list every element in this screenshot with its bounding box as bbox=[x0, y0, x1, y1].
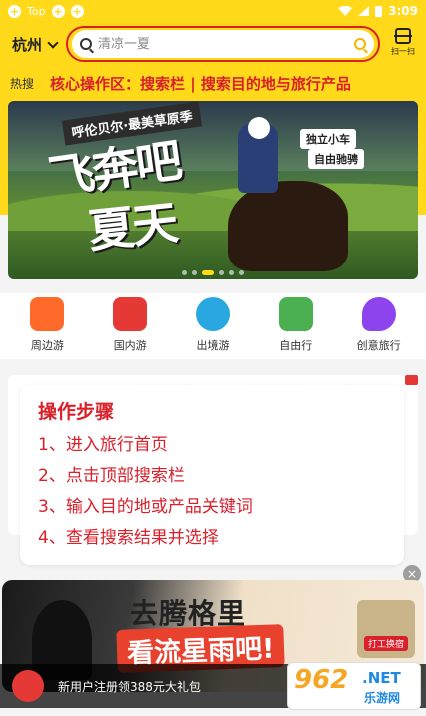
status-left-label: Top bbox=[27, 4, 46, 18]
category-item-domestic[interactable]: 国内游 bbox=[94, 293, 166, 359]
category-label: 周边游 bbox=[30, 339, 64, 352]
category-row: 周边游 国内游 出境游 自由行 创意旅行 bbox=[0, 293, 426, 359]
top-header: 杭州 扫一扫 bbox=[0, 26, 426, 62]
banner-headline-2: 夏天 bbox=[85, 195, 179, 259]
notification-icon: + bbox=[8, 4, 21, 18]
carousel-dot[interactable] bbox=[229, 270, 234, 275]
search-bar[interactable] bbox=[72, 30, 374, 58]
notification-icon: + bbox=[70, 4, 84, 18]
gift-icon bbox=[12, 670, 44, 702]
signal-icon bbox=[358, 6, 370, 16]
category-item-independent[interactable]: 自由行 bbox=[260, 293, 332, 359]
search-submit-icon[interactable] bbox=[354, 38, 366, 50]
banner-tag-2: 自由驰骋 bbox=[308, 149, 364, 169]
new-user-text: 新用户注册领388元大礼包 bbox=[58, 679, 201, 694]
plane-icon bbox=[195, 297, 230, 331]
category-item-creative[interactable]: 创意旅行 bbox=[343, 293, 415, 359]
suitcase-icon bbox=[30, 297, 65, 331]
luggage-icon bbox=[278, 297, 313, 331]
scan-label: 扫一扫 bbox=[391, 47, 415, 56]
category-label: 创意旅行 bbox=[356, 339, 401, 352]
carousel-dot[interactable] bbox=[182, 270, 187, 275]
chevron-down-icon bbox=[47, 36, 59, 49]
scan-icon bbox=[394, 28, 412, 44]
wifi-icon bbox=[338, 6, 353, 16]
horse-image bbox=[228, 181, 348, 271]
status-bar: + Top + + 3:09 bbox=[0, 0, 426, 22]
watermark-name: 乐游网 bbox=[364, 691, 401, 705]
step-item: 1、进入旅行首页 bbox=[38, 435, 168, 455]
search-icon bbox=[80, 38, 92, 50]
watermark-domain: .NET bbox=[362, 669, 401, 687]
carousel-dot[interactable] bbox=[219, 270, 224, 275]
category-label: 国内游 bbox=[113, 339, 147, 352]
pagoda-icon bbox=[113, 297, 148, 331]
battery-icon bbox=[375, 5, 383, 17]
carousel-indicators bbox=[8, 270, 418, 275]
hot-search-row: 热搜 核心操作区：搜索栏 | 搜索目的地与旅行产品 bbox=[10, 72, 420, 94]
ad-badge-label: 打工换宿 bbox=[364, 636, 409, 651]
notification-icon: + bbox=[51, 4, 65, 18]
banner-tag-1: 独立小车 bbox=[300, 129, 356, 149]
category-item-outbound[interactable]: 出境游 bbox=[177, 293, 249, 359]
status-time: 3:09 bbox=[388, 4, 418, 18]
category-label: 出境游 bbox=[196, 339, 230, 352]
city-selector[interactable]: 杭州 bbox=[12, 34, 59, 55]
search-input[interactable] bbox=[98, 36, 354, 52]
scan-button[interactable]: 扫一扫 bbox=[386, 28, 420, 62]
step-item: 4、查看搜索结果并选择 bbox=[38, 528, 219, 548]
carousel-dot[interactable] bbox=[239, 270, 244, 275]
step-item: 3、输入目的地或产品关键词 bbox=[38, 497, 253, 517]
red-tag-icon bbox=[405, 375, 418, 385]
step-item: 2、点击顶部搜索栏 bbox=[38, 466, 185, 486]
rider-helmet bbox=[248, 117, 270, 139]
site-watermark: 962 .NET 乐游网 bbox=[287, 662, 421, 710]
steps-overlay: 操作步骤 1、进入旅行首页 2、点击顶部搜索栏 3、输入目的地或产品关键词 4、… bbox=[20, 385, 404, 565]
promo-banner[interactable]: 呼伦贝尔·最美草原季 飞奔吧 夏天 独立小车 自由驰骋 bbox=[8, 101, 418, 279]
category-item-nearby[interactable]: 周边游 bbox=[11, 293, 83, 359]
carousel-dot[interactable] bbox=[192, 270, 197, 275]
annotation-text: 核心操作区：搜索栏 | 搜索目的地与旅行产品 bbox=[50, 74, 351, 93]
carousel-dot-active[interactable] bbox=[202, 270, 214, 275]
city-name: 杭州 bbox=[12, 36, 43, 54]
watermark-number: 962 bbox=[294, 665, 349, 695]
steps-title: 操作步骤 bbox=[38, 401, 115, 423]
hot-search-label: 热搜 bbox=[10, 76, 35, 91]
category-label: 自由行 bbox=[279, 339, 313, 352]
rocket-icon bbox=[361, 297, 396, 331]
